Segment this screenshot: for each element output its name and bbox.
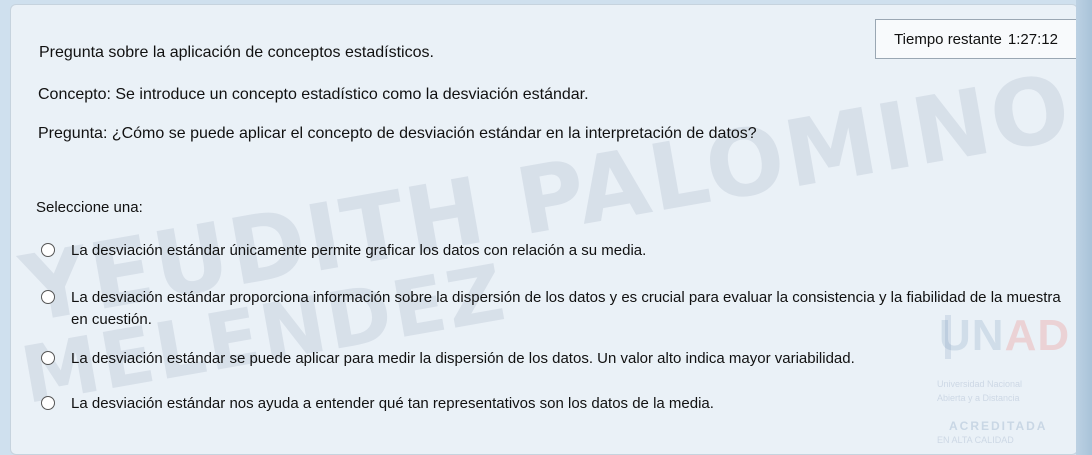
- time-remaining-box: Tiempo restante 1:27:12: [875, 19, 1077, 59]
- answer-option-label[interactable]: La desviación estándar únicamente permit…: [71, 240, 646, 262]
- radio-button-icon[interactable]: [41, 243, 55, 257]
- answer-option-2[interactable]: La desviación estándar proporciona infor…: [41, 287, 1077, 331]
- time-remaining-value: 1:27:12: [1007, 30, 1058, 48]
- answer-option-4[interactable]: La desviación estándar nos ayuda a enten…: [41, 393, 714, 415]
- logo-line-3: EN ALTA CALIDAD: [937, 435, 1014, 445]
- quiz-panel: YEUDITH PALOMINO MELENDEZ Tiempo restant…: [10, 4, 1078, 455]
- question-prompt: Pregunta: ¿Cómo se puede aplicar el conc…: [38, 125, 757, 142]
- answer-option-label[interactable]: La desviación estándar se puede aplicar …: [71, 348, 855, 370]
- answer-option-label[interactable]: La desviación estándar nos ayuda a enten…: [71, 393, 714, 415]
- radio-button-icon[interactable]: [41, 396, 55, 410]
- radio-button-icon[interactable]: [41, 290, 55, 304]
- answer-option-1[interactable]: La desviación estándar únicamente permit…: [41, 240, 646, 262]
- answer-option-label[interactable]: La desviación estándar proporciona infor…: [71, 287, 1077, 331]
- select-one-label: Seleccione una:: [36, 199, 143, 216]
- logo-line-1: Universidad Nacional: [937, 379, 1023, 389]
- answer-option-3[interactable]: La desviación estándar se puede aplicar …: [41, 348, 855, 370]
- logo-seal: ACREDITADA: [949, 419, 1048, 433]
- logo-line-2: Abierta y a Distancia: [937, 393, 1020, 403]
- question-header: Pregunta sobre la aplicación de concepto…: [39, 44, 434, 61]
- radio-button-icon[interactable]: [41, 351, 55, 365]
- scrollbar-track[interactable]: [1076, 0, 1092, 455]
- time-remaining-label: Tiempo restante: [894, 30, 1002, 48]
- question-concept: Concepto: Se introduce un concepto estad…: [38, 86, 589, 103]
